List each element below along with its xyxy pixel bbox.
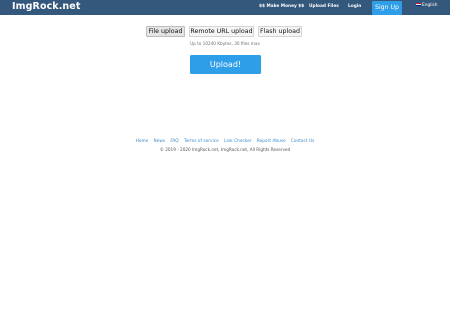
upload-limit-note: Up to 10240 Kbytes, 30 files max xyxy=(190,41,260,46)
footer-link-link-checker[interactable]: Link Checker xyxy=(224,139,252,144)
footer-link-terms[interactable]: Terms of service xyxy=(184,139,219,144)
upload-button[interactable]: Upload! xyxy=(190,55,261,74)
site-logo[interactable]: ImgRock.net xyxy=(12,1,80,12)
language-selector[interactable]: English xyxy=(416,3,438,8)
footer-link-contact[interactable]: Contact Us xyxy=(291,139,314,144)
footer-link-faq[interactable]: FAQ xyxy=(170,139,178,144)
sign-up-button[interactable]: Sign Up xyxy=(372,1,402,15)
nav-upload-files[interactable]: Upload Files xyxy=(309,4,339,9)
footer-link-home[interactable]: Home xyxy=(136,139,149,144)
uk-flag-icon xyxy=(416,3,421,6)
footer-link-report-abuse[interactable]: Report Abuse xyxy=(257,139,286,144)
nav-make-money[interactable]: $$ Make Money $$ xyxy=(259,4,304,9)
nav-login[interactable]: Login xyxy=(348,4,361,9)
language-label: English xyxy=(422,3,438,8)
tab-flash-upload[interactable]: Flash upload xyxy=(258,26,302,37)
tab-remote-url-upload[interactable]: Remote URL upload xyxy=(189,26,254,37)
footer-link-news[interactable]: News xyxy=(154,139,166,144)
copyright-text: © 2019 - 2020 ImgRock.net, ImgRock.net, … xyxy=(159,147,291,152)
footer-links: Home News FAQ Terms of service Link Checker R… xyxy=(0,139,450,144)
top-navbar: ImgRock.net $$ Make Money $$ Upload File… xyxy=(0,0,450,15)
tab-file-upload[interactable]: File upload xyxy=(146,26,185,37)
